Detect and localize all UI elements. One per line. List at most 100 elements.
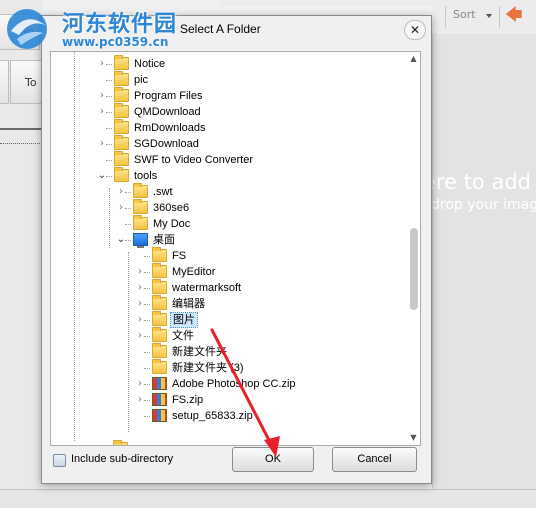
tree-connector <box>144 288 150 289</box>
to-button[interactable]: To <box>10 60 42 104</box>
tree-item-label: Adobe Photoshop CC.zip <box>172 378 296 390</box>
folder-icon <box>152 295 167 310</box>
tree-item[interactable]: › Notice <box>51 55 403 72</box>
drop-area-subtitle: drop your imag <box>432 197 536 213</box>
tree-scrollbar[interactable]: ▲ ▼ <box>406 52 420 445</box>
tree-item[interactable]: › 图片 <box>51 311 403 328</box>
tree-item[interactable]: SWF to Video Converter <box>51 151 403 168</box>
close-icon[interactable]: ✕ <box>404 20 426 40</box>
tree-item[interactable]: › watermarksoft <box>51 279 403 296</box>
folder-icon <box>114 119 129 134</box>
tree-item-label: setup_65833.zip <box>172 410 253 422</box>
tree-item-label: Notice <box>134 58 166 70</box>
tree-connector <box>144 336 150 337</box>
left-panel-ruler <box>0 143 42 147</box>
tree-item-label: SGDownload <box>134 138 199 150</box>
scroll-down-icon[interactable]: ▼ <box>406 431 420 445</box>
tree-item-label: 编辑器 <box>172 298 205 310</box>
select-folder-dialog: Select A Folder ✕ › Notice pic › Program Fil… <box>41 15 432 484</box>
tree-item-label: FS.zip <box>172 394 204 406</box>
tree-connector <box>125 192 131 193</box>
tree-item[interactable]: › Adobe Photoshop CC.zip <box>51 376 403 392</box>
ok-button[interactable]: OK <box>232 447 314 472</box>
toolbar-separator-2 <box>499 6 500 28</box>
tree-item[interactable]: › 文件 <box>51 327 403 344</box>
tree-bottom-row <box>51 440 403 445</box>
tree-item[interactable]: 新建文件夹 <box>51 343 403 360</box>
tree-connector <box>106 112 112 113</box>
scroll-up-icon[interactable]: ▲ <box>406 52 420 66</box>
tree-item[interactable]: setup_65833.zip <box>51 408 403 424</box>
tree-item-label: FS <box>172 250 187 262</box>
tree-connector <box>106 128 112 129</box>
folder-icon <box>152 279 167 294</box>
tree-item[interactable]: ⌄ 桌面 <box>51 232 403 248</box>
tree-connector <box>144 320 150 321</box>
tree-item[interactable]: ⌄ tools <box>51 167 403 184</box>
tree-connector <box>125 208 131 209</box>
folder-icon <box>114 167 129 182</box>
tree-item-label: QMDownload <box>134 106 201 118</box>
tree-item[interactable]: pic <box>51 71 403 88</box>
tree-item-label: pic <box>134 74 149 86</box>
folder-icon <box>152 343 167 358</box>
watermark-url: www.pc0359.cn <box>62 35 169 49</box>
scrollbar-thumb[interactable] <box>410 228 418 310</box>
drop-area[interactable]: ere to add drop your imag <box>432 34 536 489</box>
tree-item[interactable]: › 编辑器 <box>51 295 403 312</box>
tree-item-label: RmDownloads <box>134 122 206 134</box>
tree-item[interactable]: › 360se6 <box>51 199 403 216</box>
sort-button[interactable]: Sort <box>453 8 476 21</box>
tree-item[interactable]: My Doc <box>51 215 403 232</box>
back-arrow-icon[interactable]: 🡄 <box>505 7 523 24</box>
tree-item[interactable]: › MyEditor <box>51 263 403 280</box>
zip-icon <box>152 377 167 390</box>
tree-connector <box>144 272 150 273</box>
tree-connector <box>125 224 131 225</box>
tree-item-label: 360se6 <box>153 202 190 214</box>
left-panel-divider <box>0 128 42 130</box>
tree-item-label: Program Files <box>134 90 203 102</box>
cancel-button[interactable]: Cancel <box>332 447 417 472</box>
folder-icon <box>152 327 167 342</box>
tree-connector <box>144 368 150 369</box>
dialog-title: Select A Folder <box>180 22 261 36</box>
tree-item[interactable]: › FS.zip <box>51 392 403 408</box>
folder-icon <box>133 215 148 230</box>
sort-dropdown-icon[interactable] <box>486 14 492 18</box>
tree-connector <box>106 96 112 97</box>
tree-connector <box>144 416 150 417</box>
tree-item-label: SWF to Video Converter <box>134 154 254 166</box>
folder-icon <box>114 103 129 118</box>
include-subdirectory-checkbox[interactable] <box>53 454 66 467</box>
tree-connector <box>106 160 112 161</box>
folder-icon <box>133 183 148 198</box>
tree-connector <box>144 352 150 353</box>
tree-item-label: tools <box>134 170 158 182</box>
tree-connector <box>106 80 112 81</box>
tree-connector <box>144 304 150 305</box>
tree-item-label: 新建文件夹 <box>172 346 227 358</box>
tree-connector <box>144 256 150 257</box>
tree-item[interactable]: FS <box>51 247 403 264</box>
tree-connector <box>106 176 112 177</box>
tree-item[interactable]: › QMDownload <box>51 103 403 120</box>
tree-connector <box>144 384 150 385</box>
tree-item[interactable]: › SGDownload <box>51 135 403 152</box>
tree-item[interactable]: › .swt <box>51 183 403 200</box>
watermark-site-name: 河东软件园 <box>62 11 178 37</box>
tree-connector <box>144 400 150 401</box>
include-subdirectory-label: Include sub-directory <box>71 453 174 465</box>
left-edge-button[interactable] <box>0 60 9 104</box>
desktop-icon <box>133 233 148 248</box>
toolbar-separator <box>445 6 446 28</box>
tree-item[interactable]: 新建文件夹 (3) <box>51 359 403 376</box>
tree-item[interactable]: RmDownloads <box>51 119 403 136</box>
tree-item[interactable]: › Program Files <box>51 87 403 104</box>
tree-item-label: 图片 <box>170 312 198 328</box>
folder-icon <box>133 199 148 214</box>
tree-item-label: 文件 <box>172 330 194 342</box>
tree-item-label: watermarksoft <box>172 282 242 294</box>
folder-tree[interactable]: › Notice pic › Program Files › QMDownload RmDow… <box>50 51 421 446</box>
folder-icon <box>114 55 129 70</box>
